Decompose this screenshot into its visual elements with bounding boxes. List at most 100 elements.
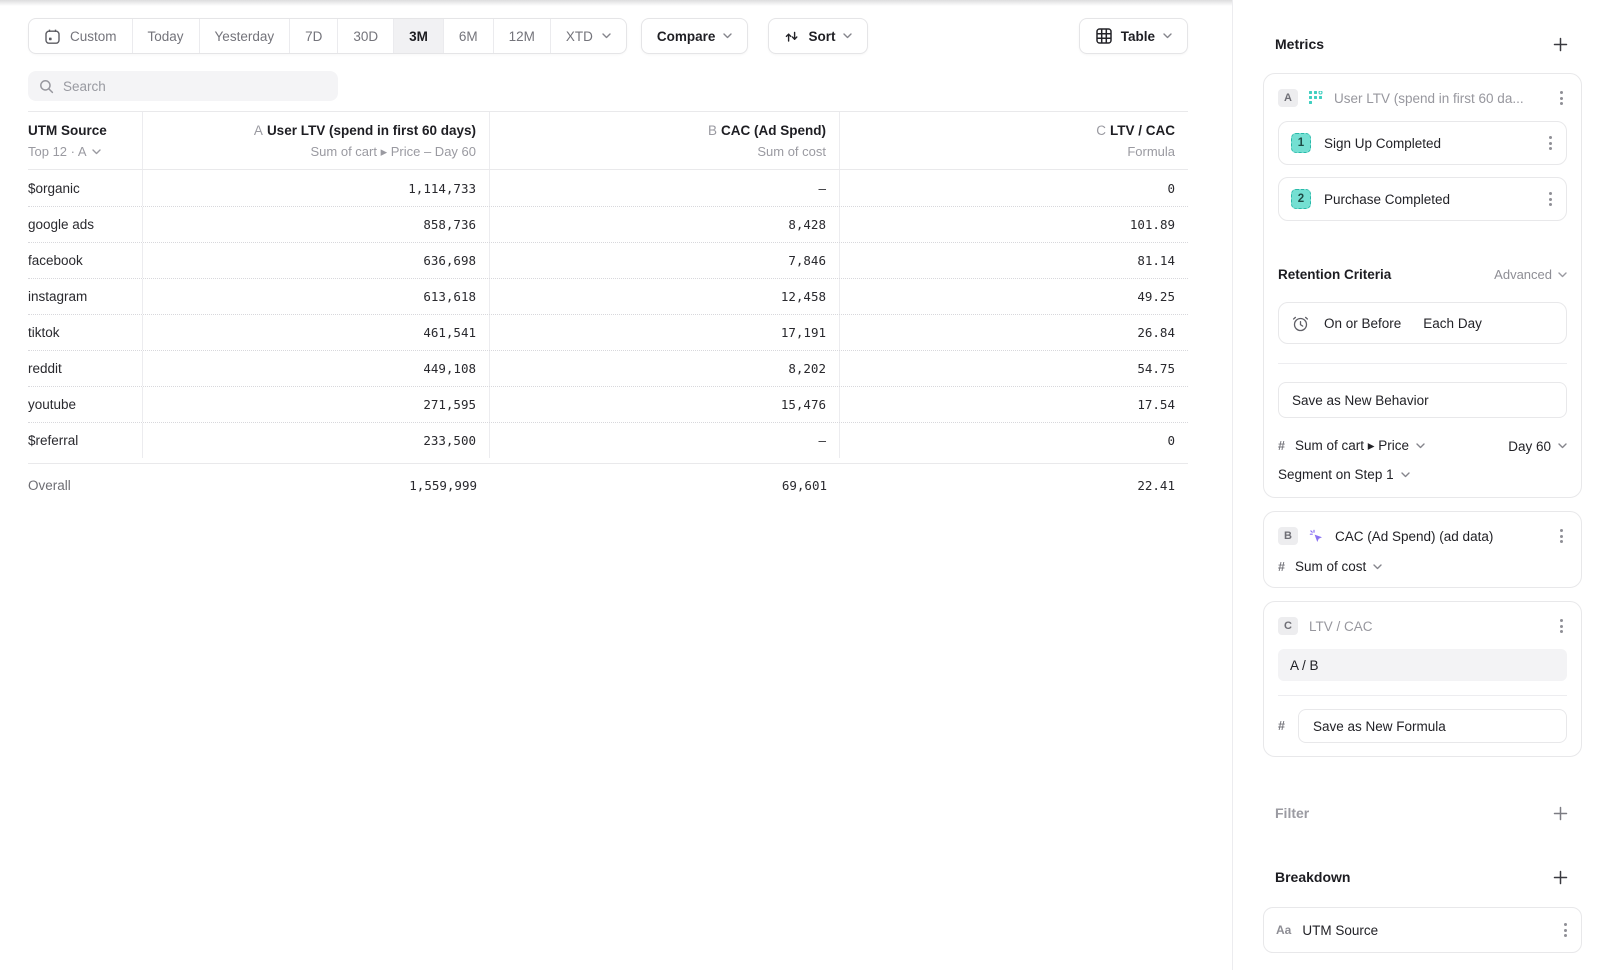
search-input[interactable] <box>63 79 327 94</box>
date-range-7d[interactable]: 7D <box>290 19 338 53</box>
retention-criteria-row: Retention Criteria Advanced <box>1278 267 1567 282</box>
each-day-dropdown[interactable]: Each Day <box>1423 316 1482 331</box>
date-range-xtd[interactable]: XTD <box>551 19 626 53</box>
date-range-12m[interactable]: 12M <box>494 19 551 53</box>
view-type-button[interactable]: Table <box>1079 18 1188 54</box>
metric-menu-button[interactable] <box>1556 526 1567 546</box>
overall-value-a: 1,559,999 <box>143 464 490 507</box>
row-value-c: 0 <box>840 170 1188 206</box>
step-event-label: Purchase Completed <box>1324 192 1532 207</box>
step-menu-button[interactable] <box>1545 189 1556 209</box>
breakdown-item-utm-source[interactable]: Aa UTM Source <box>1263 907 1582 953</box>
metrics-title: Metrics <box>1275 36 1324 52</box>
date-range-label: Custom <box>70 29 117 44</box>
compare-button[interactable]: Compare <box>641 18 749 54</box>
advanced-label: Advanced <box>1494 267 1552 282</box>
column-key: B <box>708 123 717 138</box>
column-header-b[interactable]: B CAC (Ad Spend) Sum of cost <box>490 112 840 169</box>
date-range-6m[interactable]: 6M <box>444 19 494 53</box>
date-range-group: Custom Today Yesterday 7D 30D 3M 6M 12M … <box>28 18 627 54</box>
chevron-down-icon <box>1558 272 1567 278</box>
on-or-before-dropdown[interactable]: On or Before <box>1324 316 1401 331</box>
day-window-dropdown[interactable]: Day 60 <box>1508 439 1567 454</box>
save-behavior-button[interactable]: Save as New Behavior <box>1278 382 1567 418</box>
table-row[interactable]: instagram 613,618 12,458 49.25 <box>28 278 1188 314</box>
metric-letter-badge: B <box>1278 527 1298 545</box>
table-row[interactable]: facebook 636,698 7,846 81.14 <box>28 242 1188 278</box>
chevron-down-icon <box>1163 33 1172 39</box>
date-range-label: 30D <box>353 29 378 44</box>
row-value-b: 15,476 <box>490 387 840 422</box>
string-property-type-icon: Aa <box>1276 923 1291 937</box>
sort-button[interactable]: Sort <box>768 18 868 54</box>
column-title: CAC (Ad Spend) <box>721 123 826 138</box>
row-source: reddit <box>28 351 143 386</box>
save-behavior-label: Save as New Behavior <box>1292 393 1429 408</box>
table-grid-icon <box>1095 27 1113 45</box>
segment-on-step-dropdown[interactable]: Segment on Step 1 <box>1278 467 1410 482</box>
date-range-30d[interactable]: 30D <box>338 19 394 53</box>
numeric-hash-icon: # <box>1278 560 1285 574</box>
column-header-utm-source[interactable]: UTM Source Top 12 · A <box>28 112 143 169</box>
date-range-label: 12M <box>509 29 535 44</box>
segment-row: Segment on Step 1 <box>1278 467 1567 482</box>
date-range-label: 7D <box>305 29 322 44</box>
metric-card-b: B CAC (Ad Spend) (ad data) # Sum of cost <box>1263 511 1582 588</box>
date-range-custom[interactable]: Custom <box>29 19 133 53</box>
table-row[interactable]: reddit 449,108 8,202 54.75 <box>28 350 1188 386</box>
date-range-today[interactable]: Today <box>133 19 200 53</box>
add-filter-button[interactable] <box>1551 804 1570 823</box>
row-value-b: – <box>490 423 840 458</box>
row-source: $referral <box>28 423 143 458</box>
row-value-b: 12,458 <box>490 279 840 314</box>
property-dropdown[interactable]: Sum of cart ▸ Price <box>1295 438 1425 454</box>
table-row[interactable]: $referral 233,500 – 0 <box>28 422 1188 458</box>
row-source: facebook <box>28 243 143 278</box>
compare-label: Compare <box>657 29 716 44</box>
table-row[interactable]: $organic 1,114,733 – 0 <box>28 170 1188 206</box>
metric-menu-button[interactable] <box>1556 616 1567 636</box>
step-row-2[interactable]: 2 Purchase Completed <box>1278 177 1567 221</box>
save-formula-button[interactable]: Save as New Formula <box>1298 709 1567 743</box>
chevron-down-icon <box>92 149 101 155</box>
table-header-row: UTM Source Top 12 · A A User LTV (spend i… <box>28 111 1188 170</box>
date-range-yesterday[interactable]: Yesterday <box>200 19 291 53</box>
filter-title: Filter <box>1275 805 1309 821</box>
table-overall-row: Overall 1,559,999 69,601 22.41 <box>28 463 1188 507</box>
step-row-1[interactable]: 1 Sign Up Completed <box>1278 121 1567 165</box>
retention-timing-row[interactable]: On or Before Each Day <box>1278 302 1567 344</box>
numeric-hash-icon: # <box>1278 439 1285 453</box>
metric-menu-button[interactable] <box>1556 88 1567 108</box>
row-value-a: 636,698 <box>143 243 490 278</box>
card-divider <box>1278 363 1567 364</box>
table-row[interactable]: tiktok 461,541 17,191 26.84 <box>28 314 1188 350</box>
step-number-badge: 1 <box>1291 133 1311 153</box>
column-key: A <box>254 123 263 138</box>
date-range-3m-selected[interactable]: 3M <box>394 19 444 53</box>
column-header-a[interactable]: AUser LTV (spend in first 60 days) Sum o… <box>143 112 490 169</box>
advanced-dropdown[interactable]: Advanced <box>1494 267 1567 282</box>
formula-input[interactable]: A / B <box>1278 649 1567 681</box>
metric-title[interactable]: CAC (Ad Spend) (ad data) <box>1335 529 1545 544</box>
metric-title[interactable]: User LTV (spend in first 60 da... <box>1334 91 1545 106</box>
measurement-property-row: # Sum of cart ▸ Price Day 60 <box>1278 438 1567 454</box>
property-label: Sum of cost <box>1295 559 1366 574</box>
column-header-c[interactable]: CLTV / CAC Formula <box>840 112 1188 169</box>
breakdown-title: Breakdown <box>1275 869 1350 885</box>
column-subtitle: Sum of cost <box>490 144 826 160</box>
add-metric-button[interactable] <box>1551 35 1570 54</box>
save-formula-row: # Save as New Formula <box>1278 709 1567 743</box>
table-body: $organic 1,114,733 – 0 google ads 858,73… <box>28 170 1188 463</box>
metric-title[interactable]: LTV / CAC <box>1309 619 1545 634</box>
add-breakdown-button[interactable] <box>1551 868 1570 887</box>
table-row[interactable]: youtube 271,595 15,476 17.54 <box>28 386 1188 422</box>
column-title: User LTV (spend in first 60 days) <box>267 123 476 138</box>
table-row[interactable]: google ads 858,736 8,428 101.89 <box>28 206 1188 242</box>
row-value-b: 8,202 <box>490 351 840 386</box>
breakdown-menu-button[interactable] <box>1560 920 1571 940</box>
property-dropdown[interactable]: Sum of cost <box>1295 559 1382 574</box>
search-box[interactable] <box>28 71 338 101</box>
behavioral-metric-icon <box>1309 91 1323 105</box>
source-header-dropdown[interactable]: Top 12 · A <box>28 144 134 160</box>
step-menu-button[interactable] <box>1545 133 1556 153</box>
